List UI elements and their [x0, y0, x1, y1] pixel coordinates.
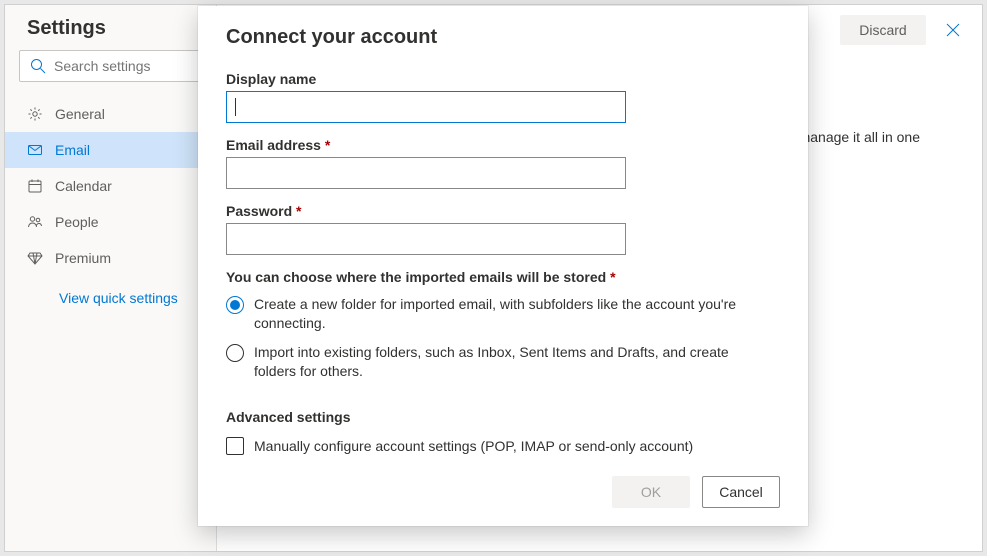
option-label: Create a new folder for imported email, …: [254, 295, 764, 333]
nav-item-calendar[interactable]: Calendar: [5, 168, 216, 204]
close-settings-button[interactable]: [938, 15, 968, 45]
nav-item-premium[interactable]: Premium: [5, 240, 216, 276]
checkbox-label: Manually configure account settings (POP…: [254, 437, 693, 456]
quick-settings-link-wrap: View quick settings: [5, 276, 216, 306]
email-input[interactable]: [226, 157, 626, 189]
display-name-label: Display name: [226, 71, 780, 87]
search-box[interactable]: [19, 50, 202, 82]
nav-label: People: [55, 214, 99, 230]
password-label-text: Password: [226, 203, 292, 219]
close-icon: [945, 22, 961, 38]
settings-panel: Settings General Email: [5, 5, 217, 551]
mail-icon: [27, 142, 55, 158]
nav-item-general[interactable]: General: [5, 96, 216, 132]
password-input[interactable]: [226, 223, 626, 255]
ok-button[interactable]: OK: [612, 476, 690, 508]
nav-label: Premium: [55, 250, 111, 266]
storage-note-text: You can choose where the imported emails…: [226, 269, 606, 285]
nav-item-email[interactable]: Email: [5, 132, 216, 168]
settings-nav: General Email Calendar People: [5, 96, 216, 276]
option-label: Import into existing folders, such as In…: [254, 343, 764, 381]
cancel-button[interactable]: Cancel: [702, 476, 780, 508]
password-label: Password *: [226, 203, 780, 219]
settings-title: Settings: [5, 5, 216, 50]
search-wrap: [5, 50, 216, 90]
storage-option-existing-folders[interactable]: Import into existing folders, such as In…: [226, 343, 780, 381]
nav-label: General: [55, 106, 105, 122]
radio-icon: [226, 296, 244, 314]
search-icon: [30, 58, 46, 74]
storage-note: You can choose where the imported emails…: [226, 269, 780, 285]
diamond-icon: [27, 250, 55, 266]
email-label-text: Email address: [226, 137, 321, 153]
radio-icon: [226, 344, 244, 362]
required-asterisk: *: [610, 269, 615, 285]
text-caret: [235, 98, 236, 116]
dialog-footer: OK Cancel: [226, 476, 780, 508]
nav-label: Calendar: [55, 178, 112, 194]
display-name-input[interactable]: [226, 91, 626, 123]
dialog-title: Connect your account: [226, 26, 780, 49]
view-quick-settings-link[interactable]: View quick settings: [59, 290, 178, 306]
background-text-fragment: manage it all in one: [799, 129, 920, 145]
connect-account-dialog: Connect your account Display name Email …: [198, 6, 808, 526]
checkbox-icon: [226, 437, 244, 455]
nav-label: Email: [55, 142, 90, 158]
manual-configure-checkbox[interactable]: Manually configure account settings (POP…: [226, 437, 780, 456]
people-icon: [27, 214, 55, 230]
required-asterisk: *: [325, 137, 330, 153]
advanced-settings-title: Advanced settings: [226, 409, 780, 425]
gear-icon: [27, 106, 55, 122]
required-asterisk: *: [296, 203, 301, 219]
search-input[interactable]: [54, 58, 191, 74]
calendar-icon: [27, 178, 55, 194]
nav-item-people[interactable]: People: [5, 204, 216, 240]
email-label: Email address *: [226, 137, 780, 153]
storage-option-new-folder[interactable]: Create a new folder for imported email, …: [226, 295, 780, 333]
discard-button[interactable]: Discard: [840, 15, 926, 45]
